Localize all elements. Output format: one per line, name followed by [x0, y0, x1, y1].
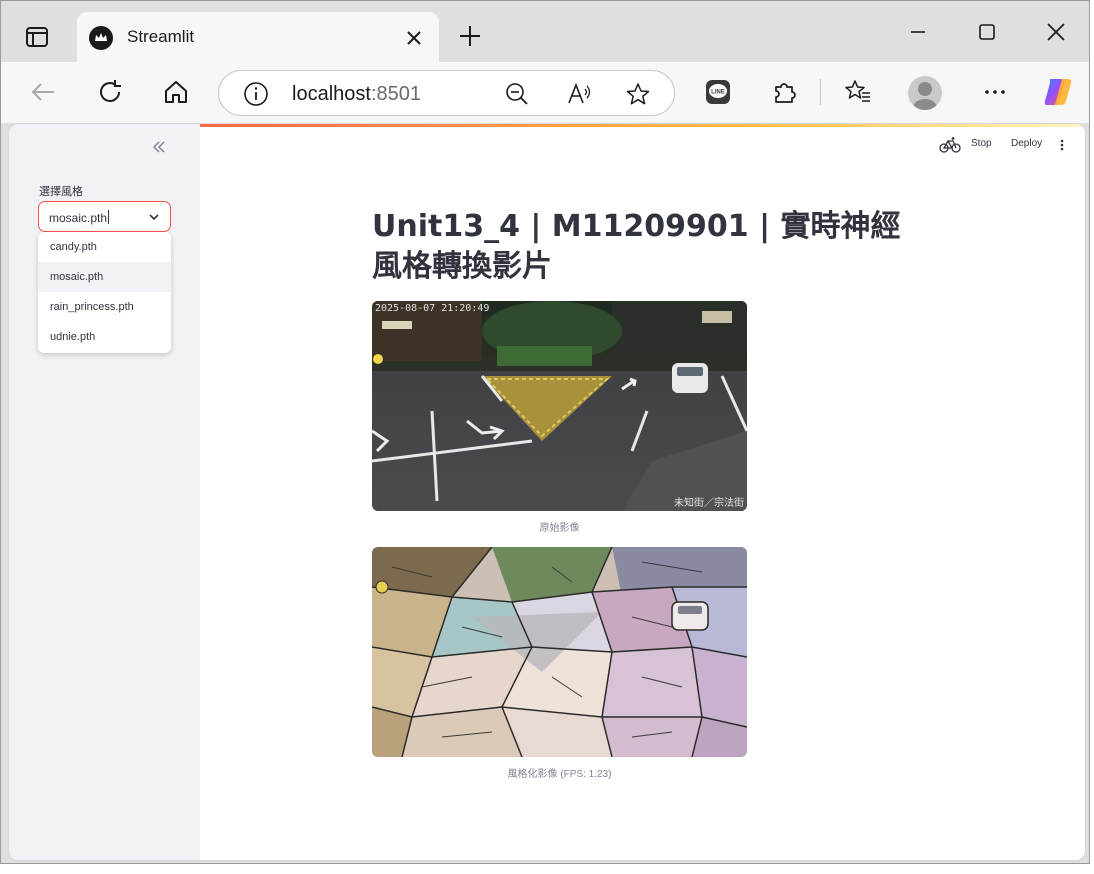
close-window-icon[interactable] — [1043, 19, 1069, 45]
minimize-icon[interactable] — [905, 19, 931, 45]
style-select-value[interactable]: mosaic.pth — [49, 210, 110, 225]
read-aloud-icon[interactable] — [566, 81, 592, 107]
sidebar: 選擇風格 mosaic.pth candy.pth mosaic.pth rai… — [9, 124, 200, 860]
dropdown-option[interactable]: udnie.pth — [38, 322, 171, 352]
style-select-text: mosaic.pth — [49, 211, 108, 225]
streamlit-crown-icon — [89, 26, 113, 50]
frame-street-label: 未知街／宗法街 — [674, 498, 744, 509]
stylized-caption: 風格化影像 (FPS: 1.23) — [507, 769, 612, 780]
zoom-out-icon[interactable] — [504, 81, 530, 107]
back-icon[interactable] — [28, 77, 58, 107]
refresh-icon[interactable] — [95, 77, 125, 107]
site-info-icon[interactable] — [243, 81, 269, 107]
address-bar[interactable]: localhost:8501 — [218, 70, 675, 116]
original-caption: 原始影像 — [539, 523, 580, 534]
style-dropdown-menu: candy.pth mosaic.pth rain_princess.pth u… — [38, 232, 171, 353]
frame-timestamp: 2025-08-07 21:20:49 — [375, 303, 490, 314]
maximize-icon[interactable] — [974, 19, 1000, 45]
stylized-video-frame — [372, 547, 747, 757]
home-icon[interactable] — [161, 77, 191, 107]
tab-strip: Streamlit — [1, 1, 1089, 63]
url-host: localhost — [292, 83, 371, 105]
running-bicycle-icon — [939, 136, 961, 154]
main-menu-icon[interactable] — [1056, 138, 1068, 152]
copilot-icon[interactable] — [1041, 75, 1075, 109]
toolbar-separator — [820, 79, 821, 105]
browser-tab[interactable]: Streamlit — [77, 12, 439, 63]
favorite-star-icon[interactable] — [625, 81, 651, 107]
dropdown-option-selected[interactable]: mosaic.pth — [38, 262, 171, 292]
svg-text:LINE: LINE — [711, 90, 725, 96]
chevron-down-icon[interactable] — [147, 210, 161, 224]
original-video-frame: 2025-08-07 21:20:49 未知街／宗法街 — [372, 301, 747, 511]
deploy-button[interactable]: Deploy — [1011, 138, 1042, 149]
browser-toolbar: localhost:8501 LINE — [1, 62, 1089, 123]
more-menu-icon[interactable] — [980, 77, 1010, 107]
collapse-sidebar-icon[interactable] — [149, 137, 169, 157]
text-caret — [108, 210, 110, 224]
url-port: :8501 — [370, 83, 421, 105]
style-select[interactable]: mosaic.pth — [38, 201, 171, 232]
page-title: Unit13_4 | M11209901 | 實時神經風格轉換影片 — [372, 209, 901, 284]
streamlit-page: 選擇風格 mosaic.pth candy.pth mosaic.pth rai… — [8, 123, 1086, 861]
browser-window: Streamlit localhost:8501 LINE 選擇風格 mosai… — [0, 0, 1090, 864]
new-tab-icon[interactable] — [456, 22, 484, 50]
line-extension-icon[interactable]: LINE — [703, 77, 733, 107]
close-tab-icon[interactable] — [402, 26, 426, 50]
dropdown-option[interactable]: candy.pth — [38, 232, 171, 262]
tab-title: Streamlit — [127, 27, 195, 46]
url-text: localhost:8501 — [292, 83, 421, 106]
favorites-icon[interactable] — [843, 77, 873, 107]
dropdown-option[interactable]: rain_princess.pth — [38, 292, 171, 322]
style-select-label: 選擇風格 — [39, 186, 83, 198]
tab-actions-icon[interactable] — [23, 23, 51, 51]
stop-button[interactable]: Stop — [971, 138, 992, 149]
extensions-puzzle-icon[interactable] — [770, 77, 800, 107]
profile-avatar[interactable] — [908, 76, 942, 110]
